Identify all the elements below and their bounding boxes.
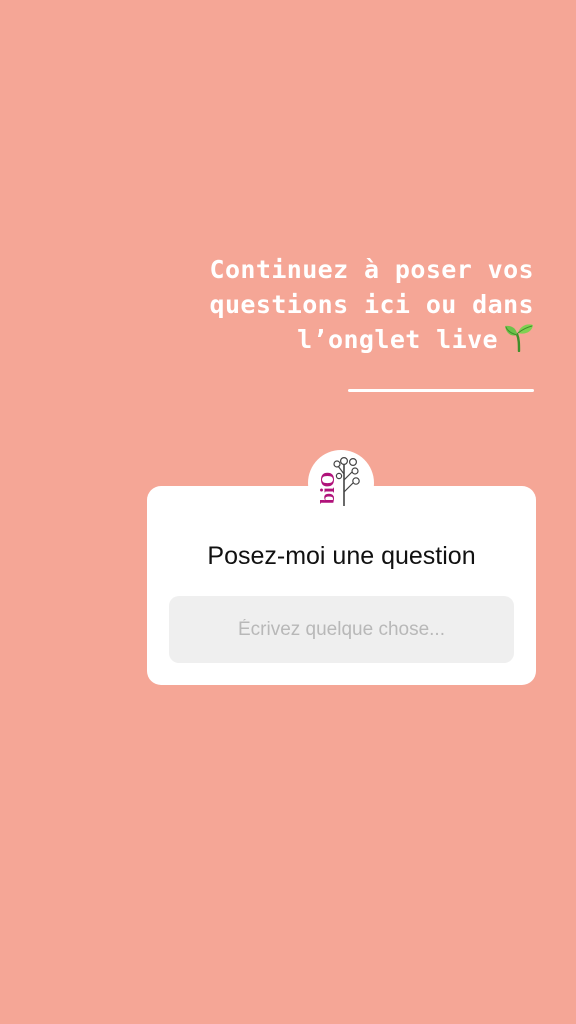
caption-line-3: l’onglet live	[114, 322, 534, 361]
story-caption: Continuez à poser vos questions ici ou d…	[114, 252, 534, 361]
caption-underline	[348, 389, 534, 392]
bio-logo-icon: biO	[309, 451, 373, 515]
caption-line-1: Continuez à poser vos	[209, 255, 534, 284]
avatar: biO	[308, 450, 374, 516]
caption-line-2: questions ici ou dans	[209, 290, 534, 319]
question-title: Posez-moi une question	[207, 542, 476, 570]
story-background: Continuez à poser vos questions ici ou d…	[0, 0, 576, 1024]
seedling-icon	[504, 322, 534, 361]
avatar-logo-text: biO	[317, 472, 339, 504]
caption-line-3-text: l’onglet live	[297, 325, 498, 354]
answer-input[interactable]	[169, 596, 514, 663]
